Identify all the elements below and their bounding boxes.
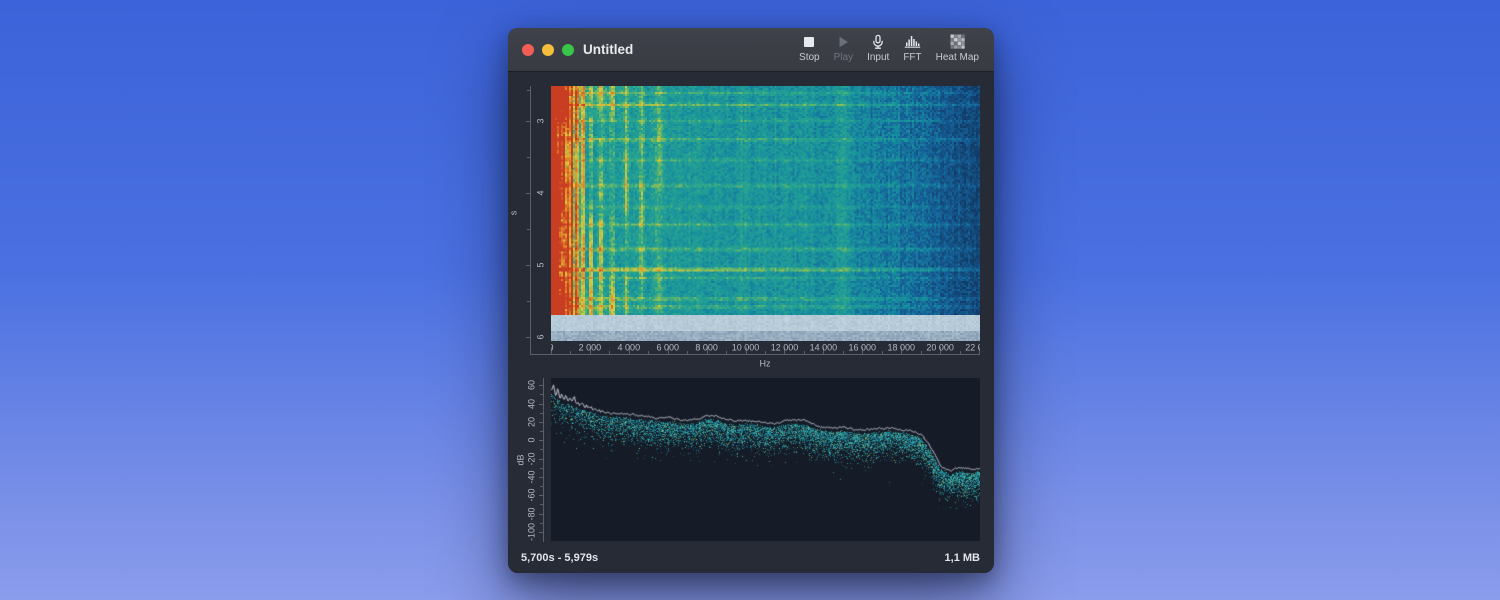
- fft-db-tick-label: -40: [528, 470, 537, 483]
- spec-time-tick: [526, 121, 531, 122]
- spec-time-minor-tick: [527, 301, 531, 302]
- fft-db-minor-tick: [540, 431, 544, 432]
- fft-db-tick-label: 0: [528, 437, 537, 442]
- fft-db-minor-tick: [540, 523, 544, 524]
- window-content: 3 4 5 6 60 40 20 0 -20 -40 -60 -80 -100 0 2 000 4 000 6…: [508, 72, 994, 573]
- fft-db-tick-label: -100: [528, 523, 537, 541]
- play-button[interactable]: Play: [827, 33, 860, 63]
- fft-db-tick-label: 20: [528, 417, 537, 427]
- spec-freq-tick-label: 8 000: [695, 344, 718, 353]
- fft-db-tick: [539, 514, 544, 515]
- fft-db-tick: [539, 404, 544, 405]
- spec-time-minor-tick: [527, 157, 531, 158]
- heat-map-label: Heat Map: [936, 52, 979, 63]
- app-window: Untitled Stop Play: [508, 28, 994, 573]
- spec-freq-tick-label: 2 000: [579, 344, 602, 353]
- spec-time-tick-label: 6: [537, 334, 546, 339]
- fft-db-minor-tick: [540, 449, 544, 450]
- minimize-button[interactable]: [542, 44, 554, 56]
- spec-time-tick-label: 5: [537, 262, 546, 267]
- fft-db-tick: [539, 532, 544, 533]
- window-title: Untitled: [583, 28, 633, 72]
- spec-freq-tick-label: 0: [551, 344, 554, 353]
- axes-layer: 3 4 5 6 60 40 20 0 -20 -40 -60 -80 -100: [508, 72, 994, 573]
- spec-time-tick: [526, 337, 531, 338]
- stop-icon: [801, 33, 817, 50]
- spec-freq-tick-label: 16 000: [849, 344, 877, 353]
- fft-db-axis-line: [543, 378, 544, 542]
- input-button[interactable]: Input: [860, 33, 896, 63]
- status-time-range: 5,700s - 5,979s: [521, 552, 598, 564]
- spec-freq-tick-label: 6 000: [656, 344, 679, 353]
- spec-time-tick-label: 3: [537, 118, 546, 123]
- fft-db-minor-tick: [540, 486, 544, 487]
- spec-time-minor-tick: [527, 90, 531, 91]
- time-axis-title: s: [510, 211, 519, 216]
- spec-freq-tick-label: 10 000: [732, 344, 760, 353]
- fft-db-tick: [539, 459, 544, 460]
- spec-freq-tick-label: 4 000: [618, 344, 641, 353]
- fft-db-tick: [539, 385, 544, 386]
- fft-label: FFT: [903, 52, 921, 63]
- desktop-background: Untitled Stop Play: [0, 0, 1500, 600]
- spec-freq-tick-label: 22 000: [965, 344, 980, 353]
- fft-db-minor-tick: [540, 504, 544, 505]
- title-bar[interactable]: Untitled Stop Play: [508, 28, 994, 72]
- spec-time-tick: [526, 193, 531, 194]
- spec-freq-tick-label: 18 000: [887, 344, 915, 353]
- fft-db-tick-label: -60: [528, 488, 537, 501]
- fft-db-minor-tick: [540, 468, 544, 469]
- status-file-size: 1,1 MB: [945, 552, 980, 564]
- freq-axis-title: Hz: [760, 360, 771, 369]
- play-label: Play: [834, 52, 853, 63]
- db-axis-title: dB: [517, 454, 526, 465]
- fft-db-tick-label: 60: [528, 380, 537, 390]
- fft-button[interactable]: FFT: [896, 33, 928, 63]
- microphone-icon: [870, 33, 886, 50]
- stop-button[interactable]: Stop: [792, 33, 827, 63]
- traffic-lights: [522, 44, 574, 56]
- fft-db-tick-label: -20: [528, 452, 537, 465]
- heat-map-button[interactable]: Heat Map: [929, 33, 986, 63]
- close-button[interactable]: [522, 44, 534, 56]
- spec-time-minor-tick: [527, 229, 531, 230]
- fft-db-tick: [539, 477, 544, 478]
- input-label: Input: [867, 52, 889, 63]
- spec-time-tick-label: 4: [537, 190, 546, 195]
- fft-db-tick: [539, 440, 544, 441]
- freq-axis-labels: 0 2 000 4 000 6 000 8 000 10 000 12 000 14 000 1…: [551, 342, 980, 355]
- toolbar: Stop Play: [792, 33, 986, 63]
- spec-time-tick: [526, 265, 531, 266]
- fft-db-tick-label: 40: [528, 399, 537, 409]
- fft-db-tick: [539, 495, 544, 496]
- play-icon: [835, 33, 851, 50]
- fft-db-minor-tick: [540, 394, 544, 395]
- fft-db-tick: [539, 422, 544, 423]
- zoom-button[interactable]: [562, 44, 574, 56]
- spec-freq-tick-label: 12 000: [771, 344, 799, 353]
- stop-label: Stop: [799, 52, 820, 63]
- fft-db-minor-tick: [540, 413, 544, 414]
- fft-bars-icon: [904, 33, 921, 50]
- spec-freq-tick-label: 14 000: [810, 344, 838, 353]
- spec-freq-tick-label: 20 000: [926, 344, 954, 353]
- spec-time-axis-line: [530, 86, 531, 354]
- fft-db-tick-label: -80: [528, 507, 537, 520]
- heatmap-grid-icon: [950, 33, 965, 50]
